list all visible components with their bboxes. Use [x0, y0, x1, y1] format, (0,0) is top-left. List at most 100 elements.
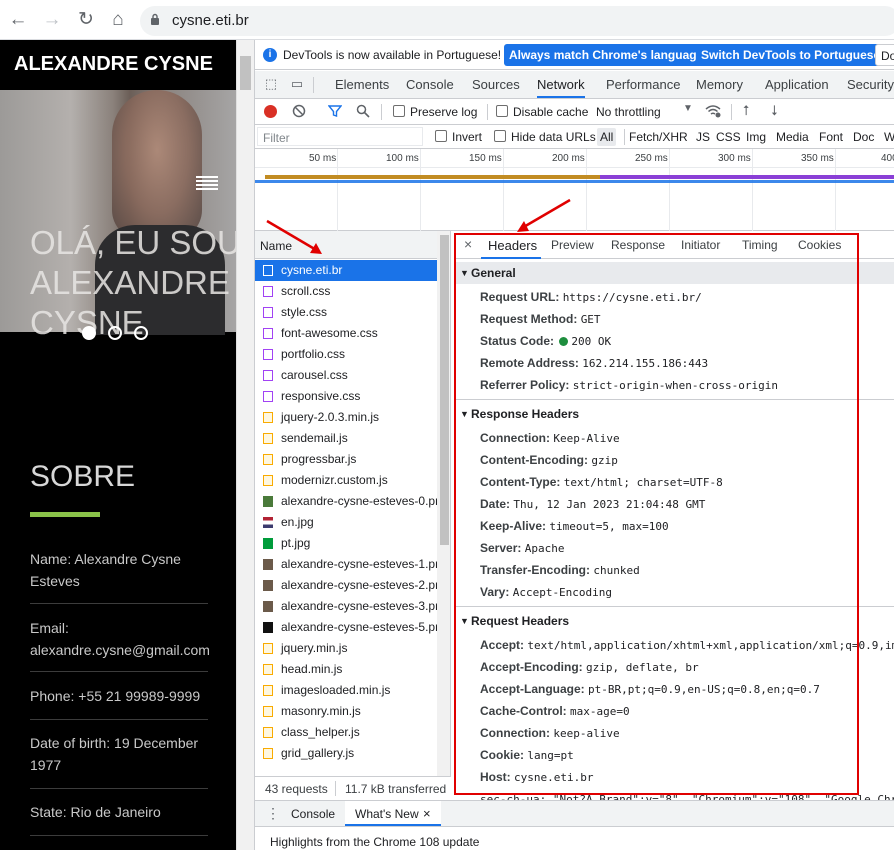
filter-icon[interactable]: [328, 104, 342, 118]
request-row[interactable]: jquery-2.0.3.min.js: [255, 407, 437, 428]
request-name: carousel.css: [281, 368, 348, 382]
hamburger-menu-icon[interactable]: [196, 176, 218, 192]
export-har-icon[interactable]: ⭣: [771, 102, 778, 119]
tab-sources[interactable]: Sources: [472, 71, 520, 98]
request-row[interactable]: pt.jpg: [255, 533, 437, 554]
request-row[interactable]: portfolio.css: [255, 344, 437, 365]
request-row[interactable]: modernizr.custom.js: [255, 470, 437, 491]
preserve-log-label[interactable]: Preserve log: [410, 105, 477, 119]
filter-type-js[interactable]: JS: [696, 130, 710, 144]
request-row[interactable]: alexandre-cysne-esteves-2.pn: [255, 575, 437, 596]
record-icon[interactable]: [264, 105, 277, 118]
request-row[interactable]: head.min.js: [255, 659, 437, 680]
throttling-select[interactable]: No throttling: [596, 105, 661, 119]
filter-type-ws[interactable]: W: [884, 130, 894, 144]
dropdown-arrow-icon[interactable]: ▼: [683, 103, 693, 114]
network-toolbar: Preserve log Disable cache No throttling…: [255, 99, 894, 125]
request-name: scroll.css: [281, 284, 331, 298]
match-language-button[interactable]: Always match Chrome's language: [504, 44, 709, 66]
tab-elements[interactable]: Elements: [335, 71, 389, 98]
hide-data-urls-label[interactable]: Hide data URLs: [511, 130, 596, 144]
request-row[interactable]: sendemail.js: [255, 428, 437, 449]
request-row[interactable]: alexandre-cysne-esteves-5.pn: [255, 617, 437, 638]
timeline-gridline: [337, 149, 338, 231]
url-text[interactable]: cysne.eti.br: [172, 12, 249, 29]
filter-type-doc[interactable]: Doc: [853, 130, 874, 144]
tab-memory[interactable]: Memory: [696, 71, 743, 98]
carousel-dot[interactable]: [82, 326, 96, 340]
request-row[interactable]: cysne.eti.br: [255, 260, 437, 281]
request-row[interactable]: class_helper.js: [255, 722, 437, 743]
request-name: progressbar.js: [281, 452, 357, 466]
request-row[interactable]: jquery.min.js: [255, 638, 437, 659]
scrollbar-thumb[interactable]: [240, 56, 251, 90]
drawer-tab-whats-new[interactable]: What's New ×: [345, 801, 441, 826]
timeline-tick: 150 ms: [469, 153, 502, 164]
filter-type-img[interactable]: Img: [746, 130, 766, 144]
request-row[interactable]: font-awesome.css: [255, 323, 437, 344]
request-list-scrollbar[interactable]: [437, 231, 450, 776]
filter-type-css[interactable]: CSS: [716, 130, 741, 144]
request-row[interactable]: alexandre-cysne-esteves-3.pn: [255, 596, 437, 617]
js-file-icon: [263, 475, 273, 486]
invert-checkbox[interactable]: [435, 130, 447, 142]
lock-icon[interactable]: [150, 13, 160, 25]
divider: [30, 835, 208, 836]
request-row[interactable]: scroll.css: [255, 281, 437, 302]
import-har-icon[interactable]: ⭡: [743, 102, 750, 119]
request-row[interactable]: imagesloaded.min.js: [255, 680, 437, 701]
disable-cache-checkbox[interactable]: [496, 105, 508, 117]
reload-icon[interactable]: ↻: [74, 8, 98, 32]
tab-security[interactable]: Security: [847, 71, 894, 98]
request-row[interactable]: grid_gallery.js: [255, 743, 437, 764]
request-row[interactable]: style.css: [255, 302, 437, 323]
request-row[interactable]: carousel.css: [255, 365, 437, 386]
switch-portuguese-button[interactable]: Switch DevTools to Portuguese: [696, 44, 886, 66]
carousel-dot[interactable]: [108, 326, 122, 340]
filter-type-all[interactable]: All: [597, 128, 617, 146]
search-icon[interactable]: [356, 104, 370, 118]
site-logo-name[interactable]: ALEXANDRE CYSNE: [14, 54, 214, 75]
device-toolbar-icon[interactable]: ▭: [289, 76, 305, 92]
divider: [30, 603, 208, 604]
invert-label[interactable]: Invert: [452, 130, 482, 144]
filter-type-fetch[interactable]: Fetch/XHR: [629, 130, 688, 144]
close-icon[interactable]: ×: [423, 806, 431, 821]
dont-show-again-button[interactable]: Do: [875, 44, 894, 66]
drawer-menu-icon[interactable]: ⋮: [266, 805, 280, 822]
preserve-log-checkbox[interactable]: [393, 105, 405, 117]
address-bar[interactable]: [140, 6, 894, 36]
drawer-tab-whats-new-label: What's New: [355, 807, 419, 821]
request-row[interactable]: alexandre-cysne-esteves-0.pn: [255, 491, 437, 512]
page-scrollbar[interactable]: [236, 40, 254, 850]
filter-type-font[interactable]: Font: [819, 130, 843, 144]
request-row[interactable]: responsive.css: [255, 386, 437, 407]
js-file-icon: [263, 748, 273, 759]
home-icon[interactable]: ⌂: [106, 8, 130, 32]
filter-type-media[interactable]: Media: [776, 130, 809, 144]
network-overview-timeline[interactable]: 50 ms 100 ms 150 ms 200 ms 250 ms 300 ms…: [255, 149, 894, 231]
hide-data-urls-checkbox[interactable]: [494, 130, 506, 142]
request-row[interactable]: progressbar.js: [255, 449, 437, 470]
request-name: alexandre-cysne-esteves-0.pn: [281, 494, 437, 508]
tab-network[interactable]: Network: [537, 71, 585, 98]
back-arrow-icon[interactable]: ←: [6, 8, 30, 32]
clear-icon[interactable]: [292, 104, 306, 118]
tab-console[interactable]: Console: [406, 71, 454, 98]
network-conditions-icon[interactable]: [704, 104, 722, 118]
disable-cache-label[interactable]: Disable cache: [513, 105, 588, 119]
filter-input[interactable]: Filter: [257, 127, 423, 146]
inspect-element-icon[interactable]: ⬚: [263, 76, 279, 92]
js-file-icon: [263, 664, 273, 675]
request-row[interactable]: en.jpg: [255, 512, 437, 533]
tab-performance[interactable]: Performance: [606, 71, 680, 98]
carousel-dot[interactable]: [134, 326, 148, 340]
timeline-gridline: [669, 149, 670, 231]
request-name: alexandre-cysne-esteves-3.pn: [281, 599, 437, 613]
forward-arrow-icon[interactable]: →: [40, 8, 64, 32]
request-row[interactable]: alexandre-cysne-esteves-1.pn: [255, 554, 437, 575]
drawer-tab-console[interactable]: Console: [291, 807, 335, 821]
tab-application[interactable]: Application: [765, 71, 829, 98]
scrollbar-thumb[interactable]: [440, 235, 449, 545]
request-row[interactable]: masonry.min.js: [255, 701, 437, 722]
